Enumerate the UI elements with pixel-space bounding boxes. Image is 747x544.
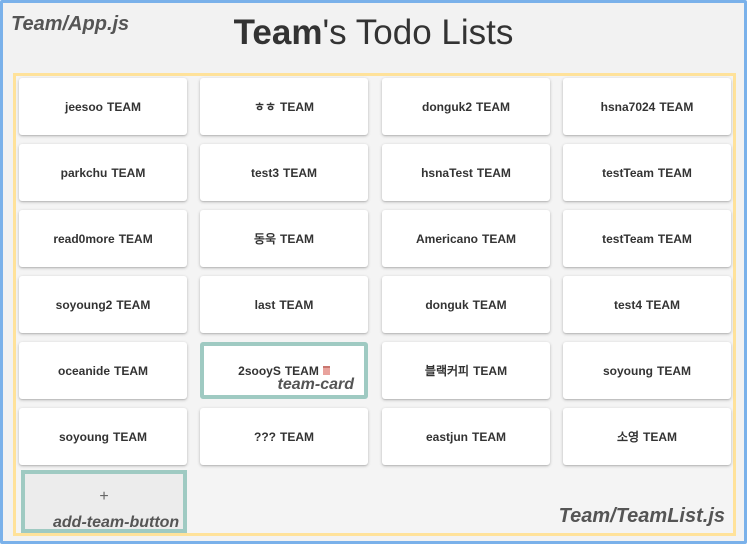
team-suffix: TEAM — [280, 99, 315, 114]
team-name: eastjun — [425, 429, 468, 444]
team-name: test3 — [250, 165, 279, 180]
team-suffix: TEAM — [476, 99, 510, 114]
team-name: hsna7024 — [600, 99, 656, 114]
team-name: last — [254, 297, 276, 312]
team-card[interactable]: soyoung TEAM — [19, 408, 187, 465]
team-suffix: TEAM — [643, 429, 678, 444]
team-suffix: TEAM — [657, 363, 691, 378]
team-list-component-label: Team/TeamList.js — [558, 505, 725, 527]
team-card[interactable]: jeesoo TEAM — [19, 78, 187, 135]
page-title-strong: Team — [233, 13, 323, 52]
team-name: 소영 — [616, 430, 640, 444]
team-name: donguk — [425, 297, 469, 312]
team-card[interactable]: 동욱 TEAM — [200, 210, 368, 267]
team-card[interactable]: donguk TEAM — [382, 276, 550, 333]
team-card[interactable]: soyoung TEAM — [563, 342, 731, 399]
team-suffix: TEAM — [116, 297, 151, 312]
team-card[interactable]: soyoung2 TEAM — [19, 276, 187, 333]
team-name: Americano — [415, 231, 479, 246]
team-name: soyoung — [603, 363, 653, 378]
team-name: soyoung — [59, 429, 109, 444]
team-suffix: TEAM — [482, 231, 517, 246]
team-name: testTeam — [602, 165, 654, 180]
team-name: donguk2 — [422, 99, 472, 114]
team-suffix: TEAM — [476, 165, 511, 180]
team-card[interactable]: testTeam TEAM — [563, 144, 731, 201]
app-container: Team/App.js Team's Todo Lists + add-team… — [0, 0, 747, 544]
team-card[interactable]: test4 TEAM — [563, 276, 731, 333]
team-name: oceanide — [57, 363, 111, 378]
team-suffix: TEAM — [657, 165, 692, 180]
team-suffix: TEAM — [111, 165, 146, 180]
team-suffix: TEAM — [114, 363, 149, 378]
team-card[interactable]: test3 TEAM — [200, 144, 368, 201]
team-card[interactable]: 소영 TEAM — [563, 408, 731, 465]
team-name: ㅎㅎ — [253, 100, 277, 114]
team-card[interactable]: ??? TEAM — [200, 408, 368, 465]
team-suffix: TEAM — [113, 429, 147, 444]
add-team-button[interactable]: + add-team-button — [21, 470, 187, 533]
team-name: 동욱 — [253, 232, 277, 246]
team-name: 2sooyS — [238, 363, 281, 378]
team-suffix: TEAM — [280, 231, 315, 246]
team-suffix: TEAM — [472, 429, 506, 444]
team-card[interactable]: hsnaTest TEAM — [382, 144, 550, 201]
team-name: jeesoo — [64, 99, 103, 114]
team-list: + add-team-button Team/TeamList.js jeeso… — [13, 73, 736, 536]
page-title: Team's Todo Lists — [3, 13, 744, 53]
team-card[interactable]: testTeam TEAM — [563, 210, 731, 267]
team-name: read0more — [53, 231, 115, 246]
team-suffix: TEAM — [280, 429, 314, 444]
team-suffix: TEAM — [473, 363, 508, 378]
team-name: 블랙커피 — [424, 364, 470, 378]
team-card[interactable]: eastjun TEAM — [382, 408, 550, 465]
plus-icon: + — [99, 488, 109, 505]
team-suffix: TEAM — [472, 297, 507, 312]
team-suffix: TEAM — [107, 99, 141, 114]
page-title-rest: 's Todo Lists — [322, 13, 514, 52]
team-suffix: TEAM — [657, 231, 692, 246]
team-suffix: TEAM — [646, 297, 680, 312]
team-card[interactable]: read0more TEAM — [19, 210, 187, 267]
team-card[interactable]: Americano TEAM — [382, 210, 550, 267]
trash-icon[interactable] — [322, 366, 330, 375]
team-card[interactable]: ㅎㅎ TEAM — [200, 78, 368, 135]
team-suffix: TEAM — [659, 99, 694, 114]
team-suffix: TEAM — [279, 297, 314, 312]
team-card[interactable]: 블랙커피 TEAM — [382, 342, 550, 399]
team-card[interactable]: parkchu TEAM — [19, 144, 187, 201]
team-card[interactable]: oceanide TEAM — [19, 342, 187, 399]
team-card[interactable]: 2sooyS TEAM team-card — [200, 342, 368, 399]
team-name: soyoung2 — [55, 297, 113, 312]
team-suffix: TEAM — [118, 231, 153, 246]
team-card[interactable]: last TEAM — [200, 276, 368, 333]
team-name: test4 — [613, 297, 642, 312]
add-team-button-annotation: add-team-button — [53, 514, 180, 531]
team-name: ??? — [254, 429, 276, 444]
team-card[interactable]: hsna7024 TEAM — [563, 78, 731, 135]
team-suffix: TEAM — [283, 165, 317, 180]
team-card[interactable]: donguk2 TEAM — [382, 78, 550, 135]
team-name: testTeam — [602, 231, 654, 246]
team-name: hsnaTest — [421, 165, 473, 180]
team-name: parkchu — [60, 165, 108, 180]
team-card-annotation: team-card — [277, 376, 354, 393]
